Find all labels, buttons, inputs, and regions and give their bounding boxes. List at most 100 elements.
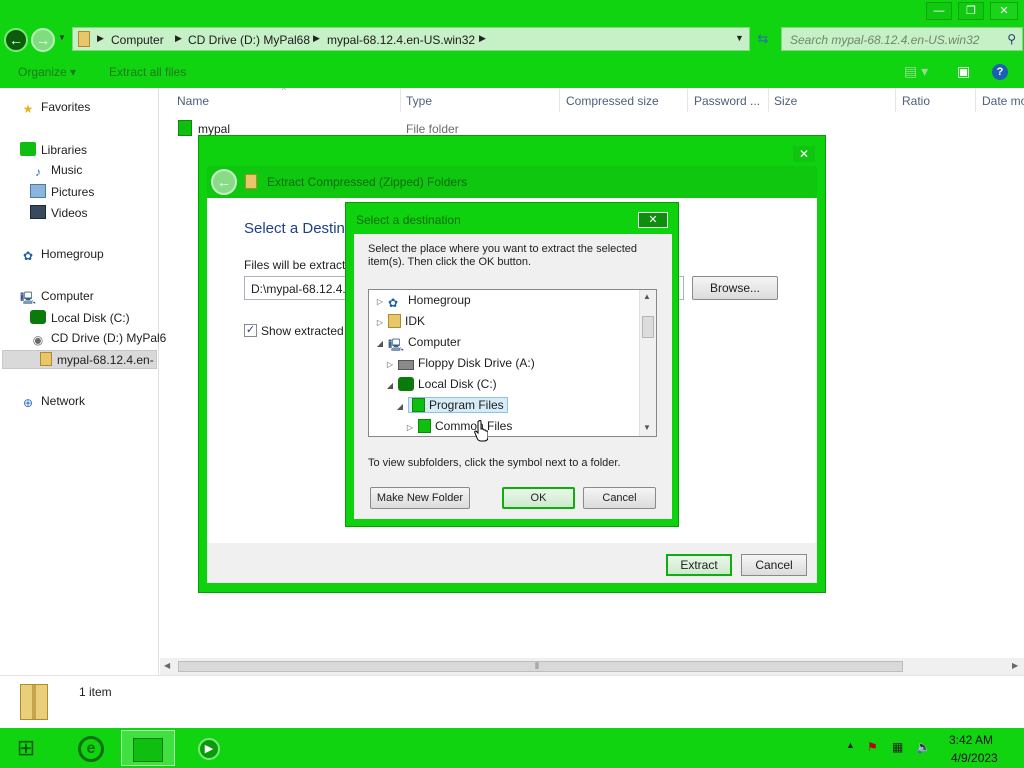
breadcrumb-current-folder[interactable]: mypal-68.12.4.en-US.win32 bbox=[327, 33, 475, 47]
search-box[interactable]: Search mypal-68.12.4.en-US.win32 ⚲ bbox=[781, 27, 1023, 51]
wizard-close-button[interactable]: ✕ bbox=[793, 146, 815, 162]
breadcrumb-separator[interactable]: ▶ bbox=[175, 33, 182, 44]
search-icon[interactable]: ⚲ bbox=[1007, 32, 1016, 46]
scroll-down-icon[interactable]: ▼ bbox=[643, 423, 651, 432]
breadcrumb-separator[interactable]: ▶ bbox=[313, 33, 320, 44]
help-icon[interactable]: ? bbox=[992, 64, 1008, 80]
scroll-left-icon[interactable]: ◀ bbox=[164, 661, 170, 670]
nav-local-disk[interactable]: Local Disk (C:) bbox=[30, 310, 130, 325]
horizontal-scrollbar[interactable]: ◀ ⦀ ▶ bbox=[160, 658, 1024, 675]
column-type[interactable]: Type bbox=[406, 94, 432, 108]
expand-icon[interactable]: ▷ bbox=[375, 292, 385, 311]
taskbar-internet-explorer[interactable]: e bbox=[64, 730, 118, 766]
scroll-up-icon[interactable]: ▲ bbox=[643, 292, 651, 301]
nav-network[interactable]: ⊕ Network bbox=[20, 394, 85, 410]
forward-button[interactable]: → bbox=[31, 28, 55, 52]
folder-tree[interactable]: ▷ ✿ Homegroup ▷ IDK ◢ 🖳 Computer ▷ Floppy Disk… bbox=[368, 289, 657, 437]
browse-button[interactable]: Browse... bbox=[692, 276, 778, 300]
address-bar[interactable]: ▶ Computer ▶ CD Drive (D:) MyPal68 ▶ myp… bbox=[72, 27, 750, 51]
selected-tree-item[interactable]: Program Files bbox=[408, 397, 508, 413]
dialog-cancel-button[interactable]: Cancel bbox=[583, 487, 656, 509]
zip-folder-large-icon bbox=[20, 684, 48, 720]
address-row: ← → ▼ ▶ Computer ▶ CD Drive (D:) MyPal68… bbox=[0, 24, 1024, 56]
close-button[interactable]: ✕ bbox=[990, 2, 1018, 20]
action-center-icon[interactable]: ⚑ bbox=[867, 740, 878, 754]
collapse-icon[interactable]: ◢ bbox=[385, 376, 395, 395]
column-divider[interactable] bbox=[895, 88, 896, 112]
nav-pictures[interactable]: Pictures bbox=[30, 184, 94, 199]
refresh-icon[interactable]: ⇆ bbox=[753, 29, 773, 49]
nav-libraries[interactable]: Libraries bbox=[20, 142, 87, 157]
details-pane: 1 item bbox=[0, 675, 1024, 728]
make-new-folder-button[interactable]: Make New Folder bbox=[370, 487, 470, 509]
ok-button[interactable]: OK bbox=[502, 487, 575, 509]
nav-cd-drive[interactable]: ◉ CD Drive (D:) MyPal6 bbox=[30, 331, 167, 347]
column-name[interactable]: Name bbox=[177, 94, 209, 108]
tree-item-idk[interactable]: ▷ IDK bbox=[375, 312, 425, 331]
tree-scrollbar[interactable]: ▲ ▼ bbox=[639, 290, 656, 436]
nav-homegroup[interactable]: ✿ Homegroup bbox=[20, 247, 104, 263]
dialog-close-button[interactable]: ✕ bbox=[638, 212, 668, 228]
nav-music[interactable]: ♪ Music bbox=[30, 163, 82, 179]
nav-computer[interactable]: 🖳 Computer bbox=[20, 289, 94, 305]
tree-item-common-files[interactable]: ▷ Common Files bbox=[405, 417, 512, 436]
cd-drive-icon: ◉ bbox=[32, 333, 44, 347]
network-tray-icon[interactable]: ▦ bbox=[892, 740, 903, 754]
file-name: mypal bbox=[198, 122, 231, 136]
volume-muted-icon[interactable]: 🔈 bbox=[916, 740, 931, 754]
tree-item-floppy[interactable]: ▷ Floppy Disk Drive (A:) bbox=[385, 354, 535, 373]
column-divider[interactable] bbox=[687, 88, 688, 112]
collapse-icon[interactable]: ◢ bbox=[375, 334, 385, 353]
column-divider[interactable] bbox=[768, 88, 769, 112]
extract-button[interactable]: Extract bbox=[666, 554, 732, 576]
tree-scrollbar-thumb[interactable] bbox=[642, 316, 654, 338]
nav-favorites[interactable]: ★ Favorites bbox=[20, 100, 91, 116]
wizard-cancel-button[interactable]: Cancel bbox=[741, 554, 807, 576]
taskbar-file-explorer[interactable] bbox=[121, 730, 175, 766]
tree-item-computer[interactable]: ◢ 🖳 Computer bbox=[375, 333, 461, 352]
view-options-icon[interactable]: ▤ ▾ bbox=[904, 63, 928, 80]
column-date-modified[interactable]: Date mo bbox=[982, 94, 1024, 108]
column-compressed-size[interactable]: Compressed size bbox=[566, 94, 659, 108]
column-divider[interactable] bbox=[975, 88, 976, 112]
clock-time[interactable]: 3:42 AM bbox=[949, 733, 993, 747]
extract-all-button[interactable]: Extract all files bbox=[109, 65, 186, 79]
tree-item-program-files[interactable]: ◢ Program Files bbox=[395, 396, 508, 415]
tree-item-homegroup[interactable]: ▷ ✿ Homegroup bbox=[375, 291, 471, 310]
column-divider[interactable] bbox=[400, 88, 401, 112]
collapse-icon[interactable]: ◢ bbox=[395, 397, 405, 416]
maximize-button[interactable]: ❐ bbox=[958, 2, 984, 20]
organize-button[interactable]: Organize ▾ bbox=[18, 65, 76, 79]
preview-pane-icon[interactable]: ▣ bbox=[957, 63, 970, 80]
back-button[interactable]: ← bbox=[4, 28, 28, 52]
column-size[interactable]: Size bbox=[774, 94, 797, 108]
expand-icon[interactable]: ▷ bbox=[385, 355, 395, 374]
expand-icon[interactable]: ▷ bbox=[375, 313, 385, 332]
breadcrumb-separator[interactable]: ▶ bbox=[479, 33, 486, 44]
search-input[interactable]: Search mypal-68.12.4.en-US.win32 bbox=[790, 33, 979, 47]
expand-icon[interactable]: ▷ bbox=[405, 418, 415, 436]
scrollbar-thumb[interactable]: ⦀ bbox=[178, 661, 903, 672]
minimize-button[interactable]: — bbox=[926, 2, 952, 20]
dialog-hint: To view subfolders, click the symbol nex… bbox=[368, 457, 621, 469]
tree-item-local-disk[interactable]: ◢ Local Disk (C:) bbox=[385, 375, 497, 394]
address-dropdown-icon[interactable]: ▼ bbox=[735, 33, 744, 43]
wizard-back-button[interactable]: ← bbox=[211, 169, 237, 195]
scroll-right-icon[interactable]: ▶ bbox=[1012, 661, 1018, 670]
column-password[interactable]: Password ... bbox=[694, 94, 760, 108]
floppy-drive-icon bbox=[398, 360, 414, 370]
taskbar-media-player[interactable]: ▶ bbox=[182, 730, 236, 766]
column-divider[interactable] bbox=[559, 88, 560, 112]
start-button[interactable]: ⊞ bbox=[8, 734, 44, 762]
show-hidden-icons[interactable]: ▲ bbox=[846, 740, 855, 750]
history-dropdown-icon[interactable]: ▼ bbox=[58, 33, 66, 42]
nav-videos[interactable]: Videos bbox=[30, 205, 87, 220]
user-folder-icon bbox=[388, 314, 401, 328]
column-ratio[interactable]: Ratio bbox=[902, 94, 930, 108]
breadcrumb-cd-drive[interactable]: CD Drive (D:) MyPal68 bbox=[188, 33, 310, 47]
wizard-footer: Extract Cancel bbox=[207, 543, 817, 583]
nav-mypal-folder[interactable]: mypal-68.12.4.en- bbox=[40, 352, 154, 367]
show-files-checkbox[interactable]: ✓ bbox=[244, 324, 257, 337]
breadcrumb-computer[interactable]: Computer bbox=[111, 33, 164, 47]
clock-date[interactable]: 4/9/2023 bbox=[951, 751, 998, 765]
